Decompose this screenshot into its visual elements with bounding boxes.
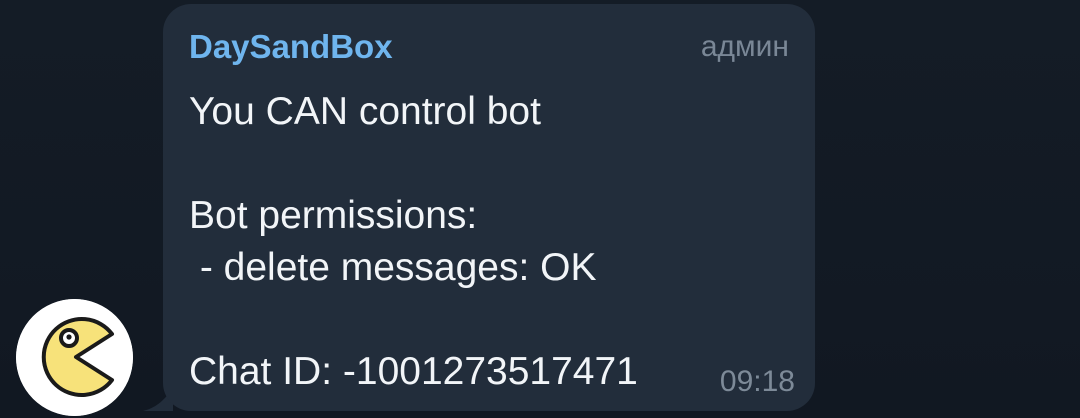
- message-line: You CAN control bot: [189, 90, 541, 133]
- user-avatar[interactable]: [16, 299, 133, 416]
- message-line-blank: [189, 138, 789, 190]
- message-bubble[interactable]: DaySandBox админ You CAN control bot Bot…: [163, 4, 815, 411]
- message-line-blank: [189, 294, 789, 346]
- message-line: Bot permissions:: [189, 194, 478, 237]
- message-text: You CAN control bot Bot permissions: - d…: [189, 86, 789, 398]
- admin-badge: админ: [700, 30, 789, 63]
- message-line: - delete messages: OK: [189, 246, 597, 289]
- message-line: Chat ID: -1001273517471: [189, 350, 638, 393]
- pacman-avatar-icon: [16, 299, 133, 416]
- message-time: 09:18: [719, 365, 795, 398]
- sender-name[interactable]: DaySandBox: [189, 27, 393, 67]
